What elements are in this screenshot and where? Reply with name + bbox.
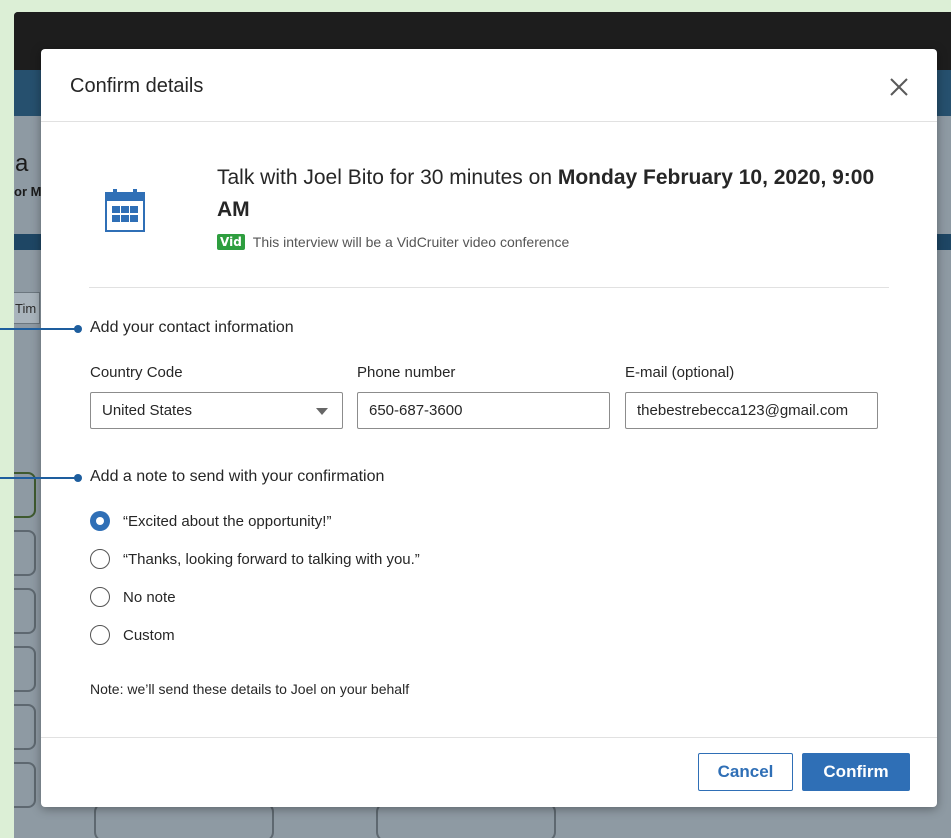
callout-line-note	[0, 477, 78, 479]
dialog-footer: Cancel Confirm	[41, 737, 937, 807]
radio-button-selected[interactable]	[90, 511, 110, 531]
email-input[interactable]: thebestrebecca123@gmail.com	[625, 392, 878, 429]
radio-button[interactable]	[90, 625, 110, 645]
background-time-slot	[14, 530, 36, 576]
meeting-summary-text: Talk with Joel Bito for 30 minutes on Mo…	[217, 162, 877, 226]
vidcruiter-badge: Vid	[217, 234, 245, 250]
phone-number-label: Phone number	[357, 364, 456, 381]
dialog-header: Confirm details	[41, 49, 937, 122]
note-option-label: “Excited about the opportunity!”	[123, 512, 332, 530]
close-icon	[890, 78, 908, 96]
note-option-none[interactable]: No note	[90, 587, 176, 607]
country-code-value: United States	[102, 402, 193, 419]
callout-line-contact	[0, 328, 78, 330]
meeting-summary: Talk with Joel Bito for 30 minutes on Mo…	[89, 122, 889, 288]
video-conference-note: Vid This interview will be a VidCruiter …	[217, 234, 569, 250]
close-button[interactable]	[885, 73, 913, 101]
radio-button[interactable]	[90, 549, 110, 569]
note-option-custom[interactable]: Custom	[90, 625, 175, 645]
phone-number-value: 650-687-3600	[369, 402, 463, 419]
background-subheading-fragment: or M	[14, 184, 42, 199]
background-time-slot	[14, 704, 36, 750]
background-time-slot	[14, 762, 36, 808]
background-slot-pill	[376, 802, 556, 838]
note-option-excited[interactable]: “Excited about the opportunity!”	[90, 511, 331, 531]
meeting-summary-prefix: Talk with Joel Bito for 30 minutes on	[217, 166, 558, 189]
note-option-label: No note	[123, 588, 176, 606]
background-time-slot	[14, 646, 36, 692]
note-section-title: Add a note to send with your confirmatio…	[90, 468, 385, 485]
confirm-button[interactable]: Confirm	[802, 753, 910, 791]
email-value: thebestrebecca123@gmail.com	[637, 402, 849, 419]
callout-dot-note	[74, 474, 82, 482]
background-slot-pill	[94, 802, 274, 838]
chevron-down-icon	[316, 408, 328, 415]
background-heading-fragment: a	[15, 150, 29, 177]
country-code-select[interactable]: United States	[90, 392, 343, 429]
note-option-thanks[interactable]: “Thanks, looking forward to talking with…	[90, 549, 420, 569]
country-code-label: Country Code	[90, 364, 183, 381]
callout-dot-contact	[74, 325, 82, 333]
phone-number-input[interactable]: 650-687-3600	[357, 392, 610, 429]
radio-button[interactable]	[90, 587, 110, 607]
background-time-slot	[14, 588, 36, 634]
note-option-label: Custom	[123, 626, 175, 644]
footer-note: Note: we’ll send these details to Joel o…	[90, 681, 410, 697]
background-time-tab: Tim	[14, 292, 40, 324]
video-conference-text: This interview will be a VidCruiter vide…	[252, 234, 570, 250]
confirm-details-dialog: Confirm details Talk with Joel Bito for …	[41, 49, 937, 807]
note-option-label: “Thanks, looking forward to talking with…	[123, 550, 420, 568]
email-label: E-mail (optional)	[625, 364, 735, 381]
calendar-icon	[105, 189, 145, 232]
contact-section-title: Add your contact information	[90, 319, 294, 336]
dialog-title: Confirm details	[70, 75, 204, 97]
cancel-button[interactable]: Cancel	[698, 753, 793, 791]
